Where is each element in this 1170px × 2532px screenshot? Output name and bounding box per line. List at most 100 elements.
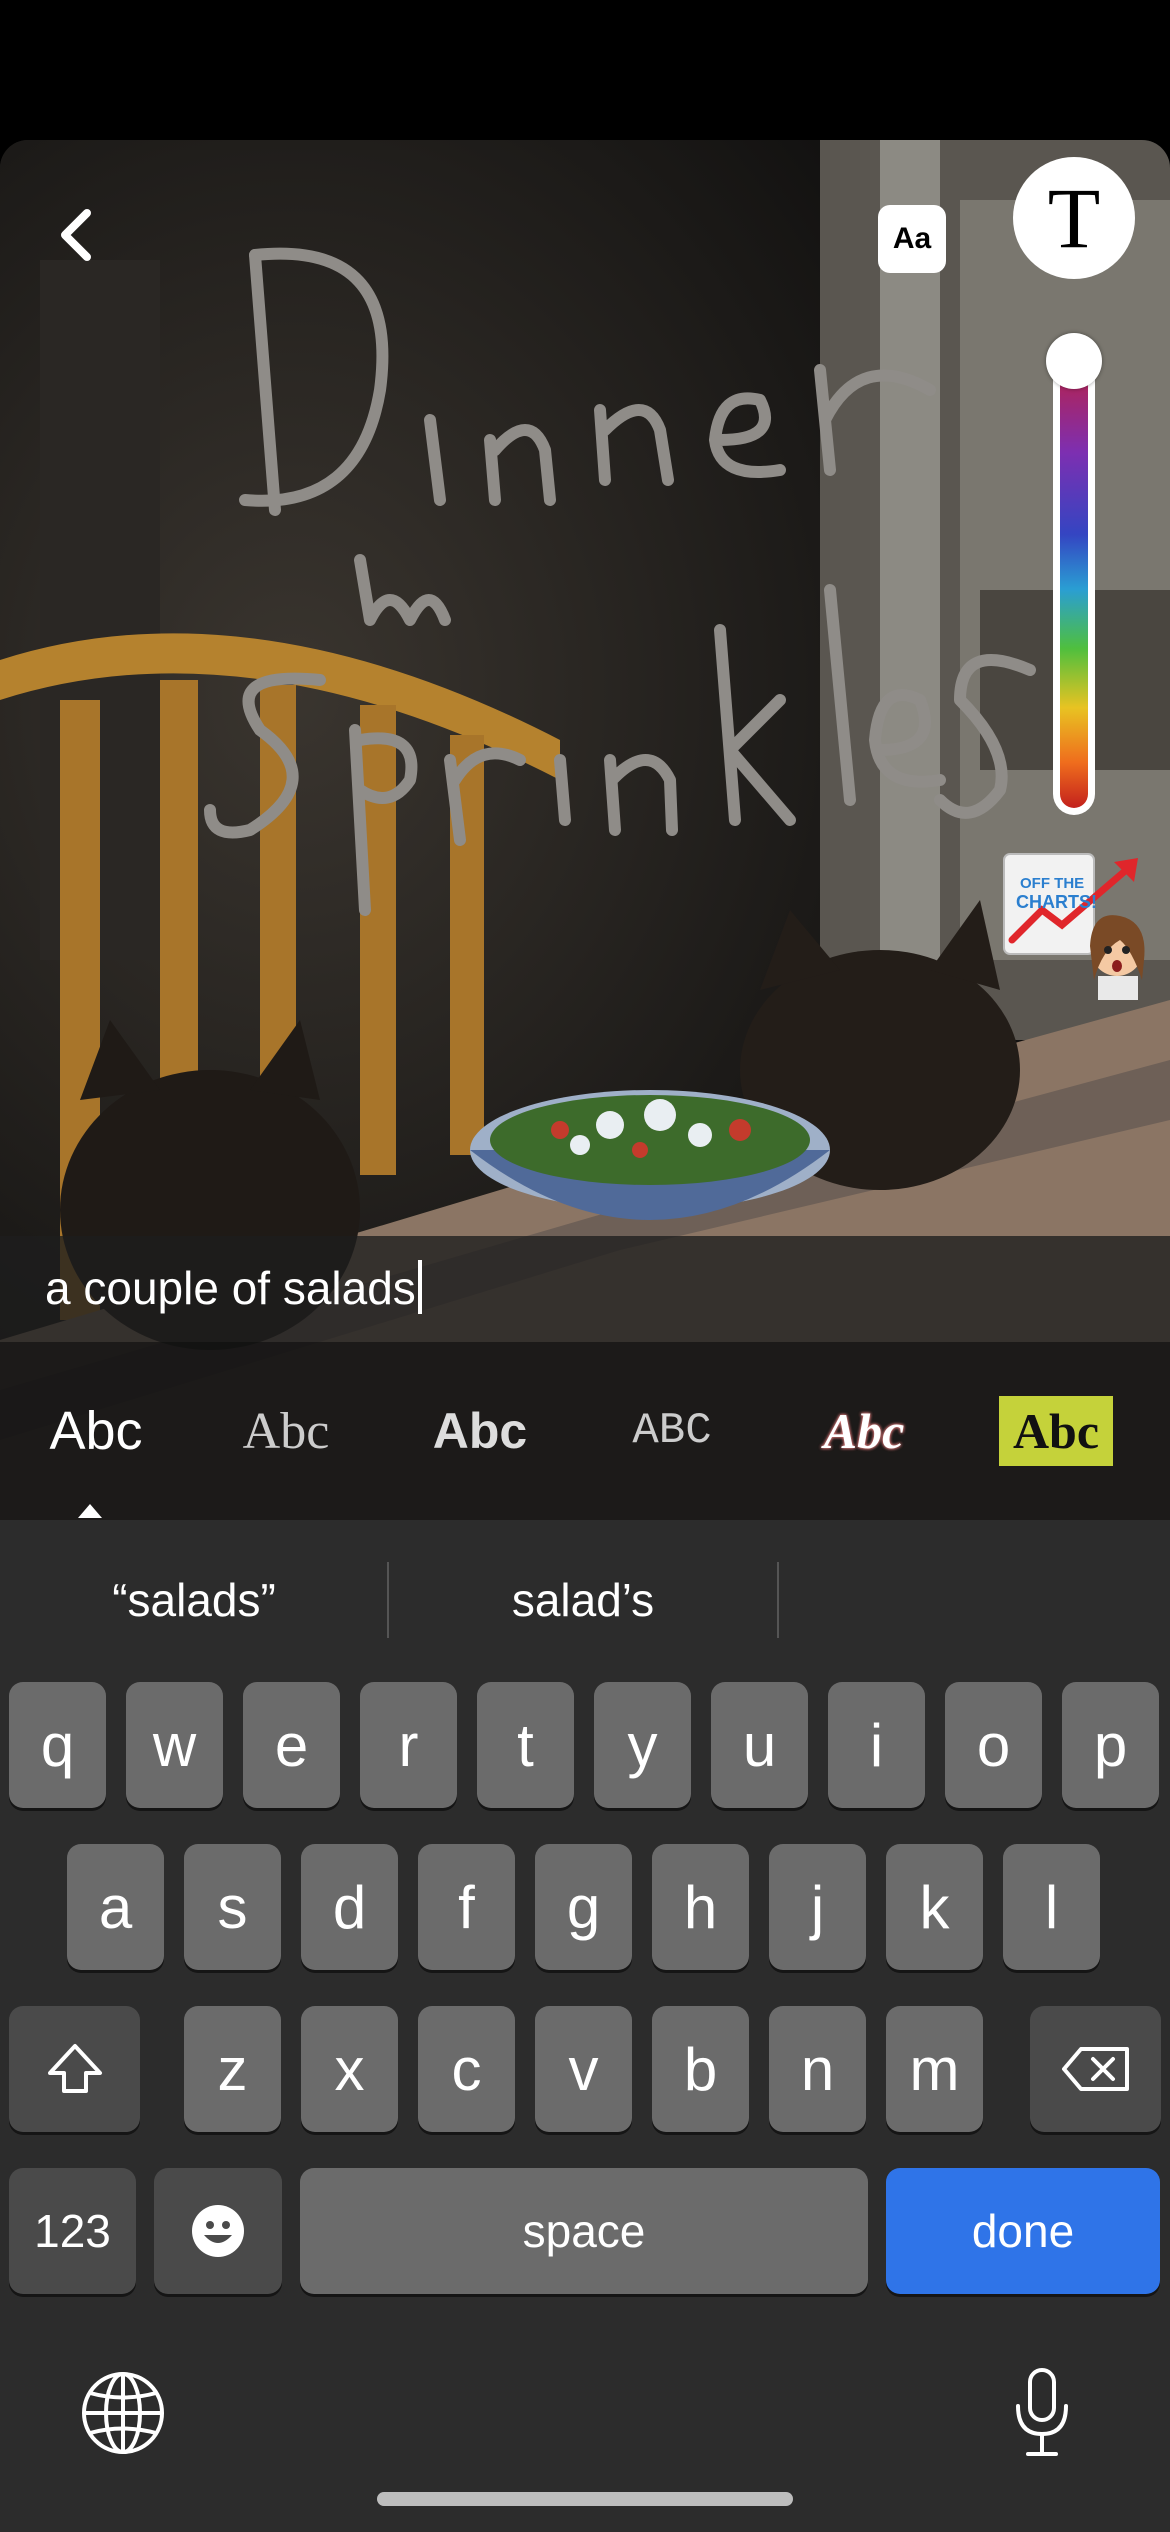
font-style-classic[interactable]: Abc <box>6 1342 186 1520</box>
key-label: t <box>517 1711 534 1779</box>
color-slider[interactable] <box>1053 345 1095 815</box>
selected-style-indicator <box>78 1504 102 1518</box>
key-label: h <box>683 1873 718 1941</box>
font-style-classic-label: Abc <box>49 1401 143 1461</box>
shift-key[interactable] <box>9 2006 140 2132</box>
space-key-label: space <box>522 2205 646 2257</box>
text-caret <box>417 1260 422 1314</box>
font-style-highlight[interactable]: Abc <box>966 1342 1146 1520</box>
key-label: n <box>800 2035 835 2103</box>
globe-button[interactable] <box>80 2370 166 2456</box>
key-label: m <box>909 2035 960 2103</box>
sticker-text-1: OFF THE <box>1020 875 1084 892</box>
microphone-icon <box>1016 2368 1068 2456</box>
font-style-serif-label: Abc <box>242 1402 330 1460</box>
keyboard: “salads” salad’s q w e r t y u i o p a s… <box>0 1520 1170 2532</box>
key-label: g <box>566 1873 601 1941</box>
font-style-serif[interactable]: Abc <box>196 1342 376 1520</box>
color-slider-track <box>1060 352 1088 808</box>
key-b[interactable]: b <box>652 2006 749 2132</box>
shift-icon <box>47 2044 102 2093</box>
key-t[interactable]: t <box>477 1682 574 1808</box>
key-x[interactable]: x <box>301 2006 398 2132</box>
key-label: q <box>40 1711 75 1779</box>
key-label: p <box>1093 1711 1128 1779</box>
font-style-typewriter[interactable]: ABC <box>582 1342 762 1520</box>
font-style-bold-label: Abc <box>432 1403 528 1459</box>
key-label: r <box>398 1711 419 1779</box>
key-f[interactable]: f <box>418 1844 515 1970</box>
key-c[interactable]: c <box>418 2006 515 2132</box>
space-key[interactable]: space <box>300 2168 868 2294</box>
backspace-icon <box>1061 2047 1129 2091</box>
suggestion-2[interactable]: salad’s <box>389 1520 777 1680</box>
globe-icon <box>82 2372 164 2454</box>
key-label: u <box>742 1711 777 1779</box>
key-label: w <box>152 1711 197 1779</box>
text-tool-button[interactable]: T <box>1013 157 1135 279</box>
key-p[interactable]: p <box>1062 1682 1159 1808</box>
done-key[interactable]: done <box>886 2168 1160 2294</box>
key-q[interactable]: q <box>9 1682 106 1808</box>
numbers-key[interactable]: 123 <box>9 2168 136 2294</box>
font-style-typewriter-label: ABC <box>632 1406 712 1456</box>
font-style-bold[interactable]: Abc <box>390 1342 570 1520</box>
suggestion-2-label: salad’s <box>511 1574 655 1626</box>
done-key-label: done <box>971 2205 1075 2257</box>
key-n[interactable]: n <box>769 2006 866 2132</box>
chevron-left-icon <box>61 209 91 261</box>
back-button[interactable] <box>40 200 110 270</box>
font-toggle-button[interactable]: Aa <box>878 205 946 273</box>
suggestion-3[interactable] <box>779 1520 1170 1680</box>
key-i[interactable]: i <box>828 1682 925 1808</box>
key-label: f <box>458 1873 475 1941</box>
color-slider-knob[interactable] <box>1046 333 1102 389</box>
emoji-key[interactable] <box>154 2168 282 2294</box>
emoji-icon <box>192 2205 244 2257</box>
font-style-highlight-label: Abc <box>998 1396 1114 1466</box>
key-z[interactable]: z <box>184 2006 281 2132</box>
key-label: l <box>1044 1873 1059 1941</box>
caption-input-value: a couple of salads <box>45 1262 416 1314</box>
off-the-charts-sticker[interactable]: OFF THE CHARTS! <box>1002 850 1150 1000</box>
key-label: o <box>976 1711 1011 1779</box>
key-label: d <box>332 1873 367 1941</box>
key-label: e <box>274 1711 309 1779</box>
caption-input[interactable]: a couple of salads <box>45 1260 422 1315</box>
key-label: k <box>919 1873 950 1941</box>
font-style-selector: Abc Abc Abc ABC Abc Abc <box>0 1342 1170 1520</box>
key-k[interactable]: k <box>886 1844 983 1970</box>
caption-input-bar[interactable]: a couple of salads <box>0 1236 1170 1342</box>
key-j[interactable]: j <box>769 1844 866 1970</box>
text-tool-label: T <box>1047 170 1101 266</box>
font-style-outline[interactable]: Abc <box>774 1342 954 1520</box>
key-l[interactable]: l <box>1003 1844 1100 1970</box>
key-label: c <box>451 2035 482 2103</box>
key-u[interactable]: u <box>711 1682 808 1808</box>
delete-key[interactable] <box>1030 2006 1161 2132</box>
key-y[interactable]: y <box>594 1682 691 1808</box>
key-label: x <box>334 2035 365 2103</box>
key-r[interactable]: r <box>360 1682 457 1808</box>
sticker-graphic: OFF THE CHARTS! <box>1003 853 1145 1000</box>
key-o[interactable]: o <box>945 1682 1042 1808</box>
key-w[interactable]: w <box>126 1682 223 1808</box>
sticker-text-2: CHARTS! <box>1016 892 1097 912</box>
key-label: z <box>217 2035 248 2103</box>
key-g[interactable]: g <box>535 1844 632 1970</box>
key-label: v <box>568 2035 599 2103</box>
key-s[interactable]: s <box>184 1844 281 1970</box>
numbers-key-label: 123 <box>34 2205 111 2257</box>
key-e[interactable]: e <box>243 1682 340 1808</box>
key-h[interactable]: h <box>652 1844 749 1970</box>
key-label: i <box>869 1711 884 1779</box>
key-v[interactable]: v <box>535 2006 632 2132</box>
key-d[interactable]: d <box>301 1844 398 1970</box>
key-m[interactable]: m <box>886 2006 983 2132</box>
dictation-button[interactable] <box>1012 2366 1072 2460</box>
suggestion-1[interactable]: “salads” <box>0 1520 388 1680</box>
key-label: s <box>217 1873 248 1941</box>
key-a[interactable]: a <box>67 1844 164 1970</box>
font-toggle-label: Aa <box>892 222 932 255</box>
key-label: j <box>810 1873 825 1941</box>
